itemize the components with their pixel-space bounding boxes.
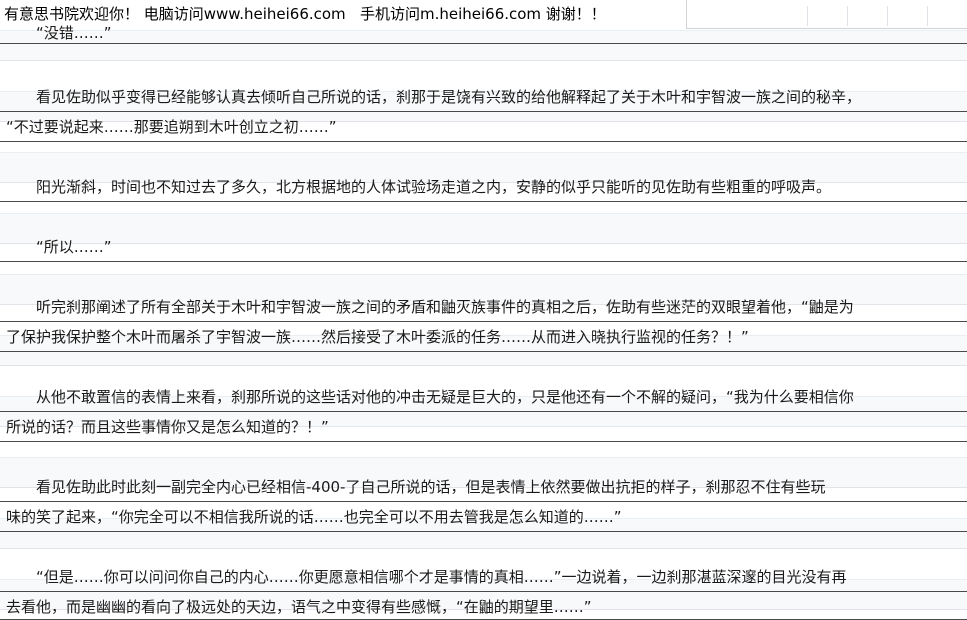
text-line: “所以……” [0,232,967,262]
text-line: 所说的话？而且这些事情你又是怎么知道的？！” [0,412,967,442]
text-line: 味的笑了起来，“你完全可以不相信我所说的话……也完全可以不用去管我是怎么知道的…… [0,502,967,532]
toolbar-area [686,0,967,29]
toolbar-cell [887,6,920,26]
document-page: 有意思书院欢迎你！ 电脑访问www.heihei66.com 手机访问m.hei… [0,0,967,620]
toolbar-cell [847,6,880,26]
text-line: 阳光渐斜，时间也不知过去了多久，北方根据地的人体试验场走道之内，安静的似乎只能听… [0,172,967,202]
toolbar-cell [927,6,960,26]
text-line: 看见佐助此时此刻一副完全内心已经相信-400-了自己所说的话，但是表情上依然要做… [0,472,967,502]
text-line: “但是……你可以问问你自己的内心……你更愿意相信哪个才是事情的真相……”一边说着… [0,562,967,592]
text-line: 去看他，而是幽幽的看向了极远处的天边，语气之中变得有些感慨，“在鼬的期望里……” [0,592,967,620]
toolbar-cell [807,6,840,26]
site-banner: 有意思书院欢迎你！ 电脑访问www.heihei66.com 手机访问m.hei… [4,5,606,23]
text-line: “不过要说起来……那要追朔到木叶创立之初……” [0,112,967,142]
text-line: 从他不敢置信的表情上来看，刹那所说的这些话对他的冲击无疑是巨大的，只是他还有一个… [0,382,967,412]
text-line: 听完刹那阐述了所有全部关于木叶和宇智波一族之间的矛盾和鼬灭族事件的真相之后，佐助… [0,292,967,322]
text-line: 看见佐助似乎变得已经能够认真去倾听自己所说的话，刹那于是饶有兴致的给他解释起了关… [0,82,967,112]
text-line: 了保护我保护整个木叶而屠杀了宇智波一族……然后接受了木叶委派的任务……从而进入晓… [0,322,967,352]
